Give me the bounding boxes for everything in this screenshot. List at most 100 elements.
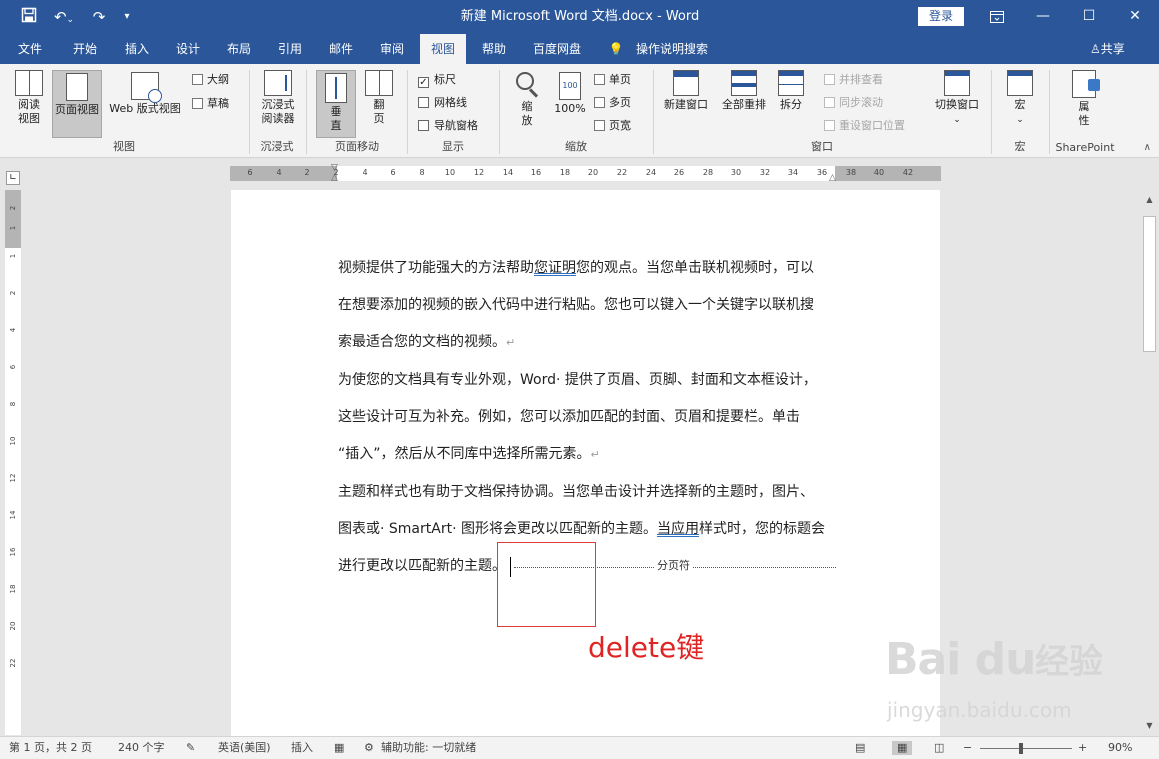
reset-window-position-button[interactable]: 重设窗口位置	[824, 118, 905, 134]
customize-quick-access-icon[interactable]: ▾	[114, 7, 140, 27]
outline-button[interactable]: 大纲	[192, 72, 229, 88]
ribbon-display-options-icon[interactable]	[974, 0, 1020, 34]
scroll-up-icon[interactable]: ▲	[1143, 193, 1156, 206]
switch-windows-button[interactable]: 切换窗口 ⌄	[928, 70, 986, 138]
accessibility-status[interactable]: 辅助功能: 一切就绪	[381, 741, 476, 755]
page-width-button[interactable]: 页宽	[594, 118, 631, 134]
new-window-button[interactable]: 新建窗口	[658, 70, 714, 138]
collapse-ribbon-icon[interactable]: ∧	[1144, 142, 1151, 153]
gridlines-checkbox[interactable]: 网格线	[418, 95, 467, 111]
text-line[interactable]: 在想要添加的视频的嵌入代码中进行粘贴。您也可以键入一个关键字以联机搜	[338, 295, 814, 315]
vertical-button[interactable]: 垂直	[316, 70, 356, 138]
first-line-indent-icon[interactable]: ▽	[331, 163, 338, 173]
immersive-reader-button[interactable]: 沉浸式阅读器	[256, 70, 300, 138]
baidu-watermark: Bai du 经验 jingyan.baidu.com	[885, 628, 1155, 728]
web-layout-icon[interactable]: ◫	[934, 741, 944, 755]
text-line[interactable]: 这些设计可互为补充。例如，您可以添加匹配的封面、页眉和提要栏。单击	[338, 407, 800, 427]
ruler-checkbox[interactable]: ✓ 标尺	[418, 72, 456, 88]
text-run: 图表或· SmartArt· 图形将会更改以匹配新的主题。	[338, 521, 657, 537]
text-line[interactable]: 视频提供了功能强大的方法帮助您证明您的观点。当您单击联机视频时，可以	[338, 258, 814, 278]
zoom-100-icon: 100	[559, 72, 581, 100]
chevron-down-icon: ⌄	[1016, 115, 1024, 125]
print-layout-icon[interactable]: ▦	[892, 741, 913, 755]
macros-button[interactable]: 宏 ⌄	[1002, 70, 1038, 138]
vertical-ruler-tick-label: 14	[9, 510, 17, 520]
navigation-pane-checkbox[interactable]: 导航窗格	[418, 118, 478, 134]
close-button[interactable]: ✕	[1112, 0, 1158, 34]
tab-layout[interactable]: 布局	[216, 34, 262, 64]
zoom-100-button[interactable]: 100 100%	[550, 70, 590, 138]
tab-help[interactable]: 帮助	[471, 34, 517, 64]
insert-mode[interactable]: 插入	[291, 741, 313, 755]
vertical-ruler-tick-label: 10	[9, 436, 17, 446]
web-layout-button[interactable]: Web 版式视图	[104, 70, 186, 138]
minimize-button[interactable]: —	[1020, 0, 1066, 34]
redo-icon[interactable]: ↷	[86, 7, 112, 27]
synchronous-scrolling-button[interactable]: 同步滚动	[824, 95, 883, 111]
tell-me-search[interactable]: 操作说明搜索	[630, 34, 714, 64]
watermark-brand: Bai du	[885, 634, 1036, 685]
save-icon[interactable]	[16, 7, 42, 27]
text-line[interactable]: 索最适合您的文档的视频。↵	[338, 332, 515, 353]
tab-file[interactable]: 文件	[8, 34, 52, 64]
view-side-by-side-button[interactable]: 并排查看	[824, 72, 883, 88]
vertical-ruler[interactable]: 2 1 1 2 4 6 8 10 12 14 16 18 20 22	[5, 190, 21, 735]
accessibility-icon[interactable]: ⚙	[364, 741, 374, 755]
horizontal-ruler[interactable]: 6 4 2 2 4 6 8 10 12 14 16 18 20 22 24 26 28 30 32 34 36 38 40 4…	[230, 163, 941, 183]
split-button[interactable]: 拆分	[774, 70, 808, 138]
draft-button[interactable]: 草稿	[192, 96, 229, 112]
tab-view[interactable]: 视图	[420, 34, 466, 64]
zoom-level[interactable]: 90%	[1108, 741, 1132, 755]
text-line[interactable]: “插入”，然后从不同库中选择所需元素。↵	[338, 444, 600, 465]
arrange-all-button[interactable]: 全部重排	[716, 70, 772, 138]
text-line[interactable]: 进行更改以匹配新的主题。	[338, 556, 506, 576]
print-layout-button[interactable]: 页面视图	[52, 70, 102, 138]
right-indent-icon[interactable]: △	[829, 173, 836, 183]
text-line[interactable]: 图表或· SmartArt· 图形将会更改以匹配新的主题。当应用样式时，您的标题…	[338, 519, 825, 539]
tab-references[interactable]: 引用	[267, 34, 313, 64]
text-line[interactable]: 为使您的文档具有专业外观，Word· 提供了页眉、页脚、封面和文本框设计，	[338, 370, 817, 390]
read-mode-icon[interactable]: ▤	[855, 741, 865, 755]
scrollbar-thumb[interactable]	[1143, 216, 1156, 352]
scroll-down-icon[interactable]: ▼	[1143, 719, 1156, 732]
read-mode-button[interactable]: 阅读视图	[8, 70, 50, 138]
group-label-zoom: 缩放	[565, 140, 587, 153]
tab-baidu-netdisk[interactable]: 百度网盘	[524, 34, 590, 64]
proofing-icon[interactable]: ✎	[186, 741, 195, 755]
tab-mailings[interactable]: 邮件	[318, 34, 364, 64]
split-icon	[778, 70, 804, 96]
zoom-slider[interactable]	[980, 743, 1072, 754]
zoom-button[interactable]: 缩放	[508, 70, 546, 138]
document-page[interactable]: 视频提供了功能强大的方法帮助您证明您的观点。当您单击联机视频时，可以 在想要添加的…	[231, 190, 940, 740]
language[interactable]: 英语(美国)	[218, 741, 271, 755]
highlight-box	[497, 542, 596, 627]
tab-design[interactable]: 设计	[165, 34, 211, 64]
undo-icon[interactable]: ↶⌄	[48, 7, 80, 27]
vertical-ruler-tick-label: 6	[9, 364, 17, 370]
properties-button[interactable]: 属性	[1066, 70, 1102, 138]
maximize-button[interactable]: ☐	[1066, 0, 1112, 34]
side-to-side-button[interactable]: 翻页	[360, 70, 398, 138]
ruler-tick-label: 20	[587, 168, 599, 177]
ruler-tick-label: 42	[902, 168, 914, 177]
vertical-ruler-tick-label: 22	[9, 658, 17, 668]
macro-recording-icon[interactable]: ▦	[334, 741, 344, 755]
hanging-indent-icon[interactable]: △	[331, 173, 338, 183]
word-count[interactable]: 240 个字	[118, 741, 165, 755]
zoom-slider-thumb[interactable]	[1018, 743, 1023, 754]
tab-home[interactable]: 开始	[62, 34, 108, 64]
page-count[interactable]: 第 1 页，共 2 页	[9, 741, 92, 755]
share-button[interactable]: ♙共享	[1090, 34, 1125, 64]
tab-selector[interactable]: ∟	[6, 171, 20, 185]
vertical-scrollbar[interactable]: ▲ ▼	[1141, 190, 1159, 735]
ribbon-tabs: 文件 开始 插入 设计 布局 引用 邮件 审阅 视图 帮助 百度网盘 💡 操作说…	[0, 34, 1159, 64]
text-line[interactable]: 主题和样式也有助于文档保持协调。当您单击设计并选择新的主题时，图片、	[338, 482, 814, 502]
multiple-pages-button[interactable]: 多页	[594, 95, 631, 111]
zoom-in-icon[interactable]: +	[1078, 741, 1087, 755]
group-divider	[306, 70, 307, 154]
tab-insert[interactable]: 插入	[114, 34, 160, 64]
one-page-button[interactable]: 单页	[594, 72, 631, 88]
zoom-out-icon[interactable]: −	[963, 741, 972, 755]
login-button[interactable]: 登录	[918, 7, 964, 26]
tab-review[interactable]: 审阅	[369, 34, 415, 64]
